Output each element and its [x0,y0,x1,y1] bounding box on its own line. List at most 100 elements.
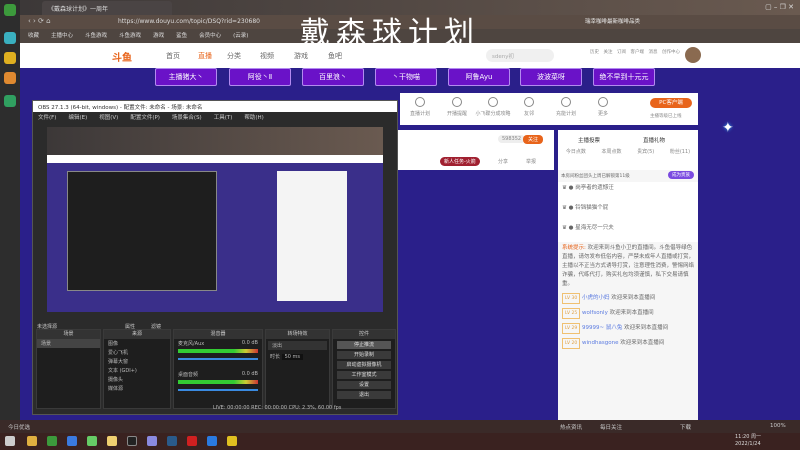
status-download[interactable]: 下载 [680,423,691,431]
client-icon[interactable]: 客户端 [631,49,645,55]
app-icon[interactable] [147,436,157,446]
bookmark[interactable]: (云录) [233,33,248,39]
pc-client-button[interactable]: PC客户端 [650,98,692,108]
report-link[interactable]: 举报 [526,158,536,165]
site-logo[interactable]: 斗鱼 [112,49,132,64]
anchor-pill[interactable]: 波波菜呀 [520,68,582,86]
anchor-task-badge-icon[interactable]: ✦ [722,120,772,160]
zoom-level[interactable]: 100% [770,423,786,429]
nav-live[interactable]: 直播 [198,51,212,61]
nav-home[interactable]: 首页 [166,51,180,61]
source-item[interactable]: 文本 (GDI+) [104,366,170,375]
app-icon-2[interactable] [4,95,16,107]
menu-tools[interactable]: 工具(T) [214,115,233,121]
follow-icon[interactable]: 关注 [604,49,613,55]
browser-logo-icon[interactable] [4,4,16,16]
source-item[interactable]: 媒体源 [104,384,170,393]
today-picks[interactable]: 今日优选 [8,423,30,431]
status-hot[interactable]: 热点资讯 [560,423,582,431]
app-icon[interactable] [87,436,97,446]
anchor-pill[interactable]: 丶干物喵 [375,68,437,86]
duration-input[interactable]: 50 ms [281,354,304,360]
anchor-pill[interactable]: 百里浪丶 [302,68,364,86]
bookmark[interactable]: 斗鱼游戏 [119,33,141,39]
steam-icon[interactable] [167,436,177,446]
task-badge[interactable]: 新人任务-火箭 [440,157,480,166]
url-field[interactable]: https://www.douyu.com/topic/DSQ?rid=2306… [115,17,315,27]
volume-slider[interactable] [178,358,258,360]
menu-scene-collection[interactable]: 场景集合(S) [172,115,202,121]
site-search-input[interactable]: sdeny初 [486,49,554,62]
menu-profile[interactable]: 配置文件(P) [130,115,160,121]
vip-row[interactable]: ♛ ● 星海无尽一只夫 [558,222,698,242]
explorer-icon[interactable] [27,436,37,446]
message-icon[interactable]: 消息 [649,49,658,55]
vip-row[interactable]: ♛ ● 岗亭者的遗憾汪 [558,182,698,202]
avatar[interactable] [685,47,701,63]
exit-button[interactable]: 退出 [337,391,391,399]
nav-category[interactable]: 分类 [227,51,241,61]
status-daily[interactable]: 每日关注 [600,423,622,431]
settings-button[interactable]: 设置 [337,381,391,389]
tab-vip[interactable]: 贵宾(5) [637,148,654,155]
anchor-pill[interactable]: 阿鲁Ayu [448,68,510,86]
bookmark[interactable]: 游戏 [153,33,164,39]
tool-charge[interactable]: 充能计划 [546,97,586,117]
browser-search[interactable]: 瑞幸咖啡最新咖啡品类 [585,17,640,25]
nav-fishbar[interactable]: 鱼吧 [328,51,342,61]
nav-games[interactable]: 游戏 [294,51,308,61]
bookmark[interactable]: 斗鱼游戏 [85,33,107,39]
source-item[interactable]: 摄像头 [104,375,170,384]
obs-icon[interactable] [127,436,137,446]
window-controls[interactable]: ▢ – ❐ ✕ [765,3,794,11]
share-link[interactable]: 分享 [498,158,508,165]
app-icon[interactable] [207,436,217,446]
tab-fans[interactable]: 粉丝(11) [670,148,690,155]
scene-item[interactable]: 场景 [37,339,100,348]
source-item[interactable]: 爱心飞机 [104,348,170,357]
virtual-camera-button[interactable]: 启动虚拟摄像机 [337,361,391,369]
anchor-pill[interactable]: 主播猪大丶 [155,68,217,86]
browser-tab[interactable]: 《戴森球计划》一周年 [42,1,172,15]
anchor-pill[interactable]: 阿役丶Ⅱ [229,68,291,86]
bookmark[interactable]: 会员中心 [199,33,221,39]
join-noble-button[interactable]: 成为贵族 [668,171,694,179]
creator-icon[interactable]: 创作中心 [662,49,680,55]
menu-view[interactable]: 视图(V) [99,115,118,121]
volume-slider[interactable] [178,389,258,391]
subscribe-icon[interactable]: 订阅 [617,49,626,55]
browser-icon[interactable] [47,436,57,446]
follow-button[interactable]: 关注 [523,135,544,144]
tool-plan[interactable]: 直播计划 [400,97,440,117]
nav-buttons[interactable]: ‹ › ⟳ ⌂ [28,17,51,25]
favorite-icon[interactable] [4,52,16,64]
tool-more[interactable]: 更多 [583,97,623,117]
tool-ufo[interactable]: 小飞碟分成攻略 [473,97,513,117]
gift-rank-link[interactable]: 直播礼物 [643,136,665,144]
app-icon[interactable] [187,436,197,446]
studio-mode-button[interactable]: 工作室模式 [337,371,391,379]
anchor-pill[interactable]: 绝不早到十元元 [593,68,655,86]
rank-link[interactable]: 主播投票 [578,136,600,144]
menu-edit[interactable]: 编辑(E) [68,115,87,121]
app-icon[interactable] [107,436,117,446]
clock[interactable]: 11:20 周一 2022/1/24 [735,434,761,448]
menu-help[interactable]: 帮助(H) [244,115,263,121]
tool-reminder[interactable]: 开播提醒 [437,97,477,117]
app-icon[interactable] [227,436,237,446]
transition-select[interactable]: 淡出 [268,341,327,350]
bookmark[interactable]: 主播中心 [51,33,73,39]
stop-streaming-button[interactable]: 停止推流 [337,341,391,349]
obs-preview[interactable] [47,127,383,312]
nav-video[interactable]: 视频 [260,51,274,61]
source-item[interactable]: 弹幕大窗 [104,357,170,366]
bookmark[interactable]: 鲨鱼 [176,33,187,39]
start-icon[interactable] [5,436,15,446]
bookmark[interactable]: 收藏 [28,33,39,39]
menu-file[interactable]: 文件(F) [38,115,56,121]
app-icon[interactable] [4,32,16,44]
weibo-icon[interactable] [4,72,16,84]
source-item[interactable]: 图像 [104,339,170,348]
app-icon[interactable] [67,436,77,446]
start-recording-button[interactable]: 开始录制 [337,351,391,359]
